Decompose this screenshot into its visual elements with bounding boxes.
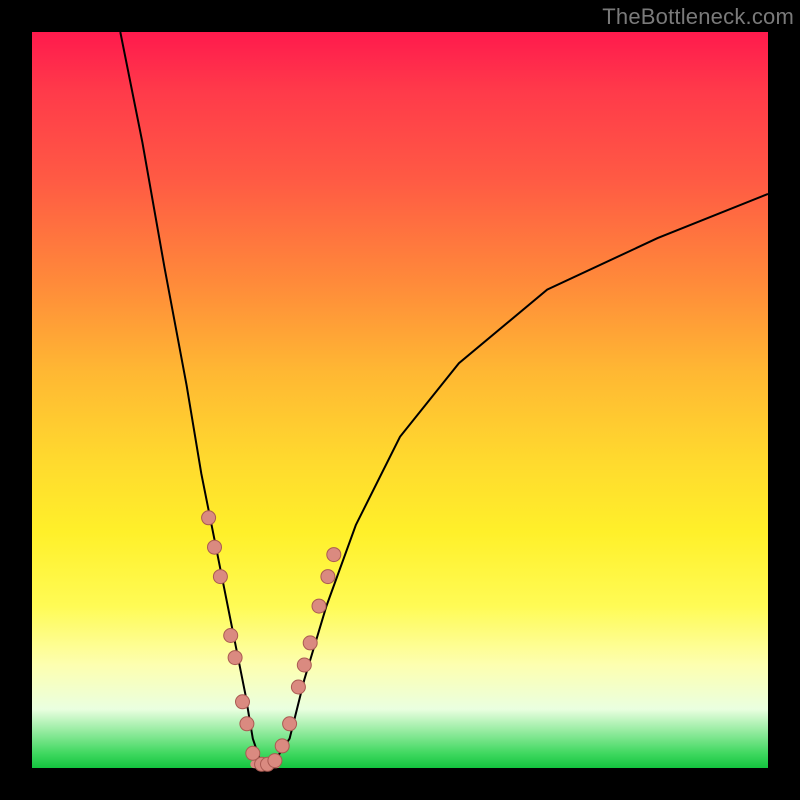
data-point: [224, 629, 238, 643]
data-point: [240, 717, 254, 731]
data-point: [303, 636, 317, 650]
data-point: [275, 739, 289, 753]
highlighted-points: [202, 511, 341, 772]
data-point: [291, 680, 305, 694]
data-point: [297, 658, 311, 672]
data-point: [202, 511, 216, 525]
chart-svg: [32, 32, 768, 768]
data-point: [228, 651, 242, 665]
data-point: [312, 599, 326, 613]
data-point: [321, 570, 335, 584]
outer-frame: TheBottleneck.com: [0, 0, 800, 800]
watermark-text: TheBottleneck.com: [602, 4, 794, 30]
data-point: [327, 548, 341, 562]
bottleneck-curve: [120, 32, 768, 768]
data-point: [268, 754, 282, 768]
data-point: [213, 570, 227, 584]
plot-area: [32, 32, 768, 768]
data-point: [236, 695, 250, 709]
data-point: [208, 540, 222, 554]
data-point: [283, 717, 297, 731]
